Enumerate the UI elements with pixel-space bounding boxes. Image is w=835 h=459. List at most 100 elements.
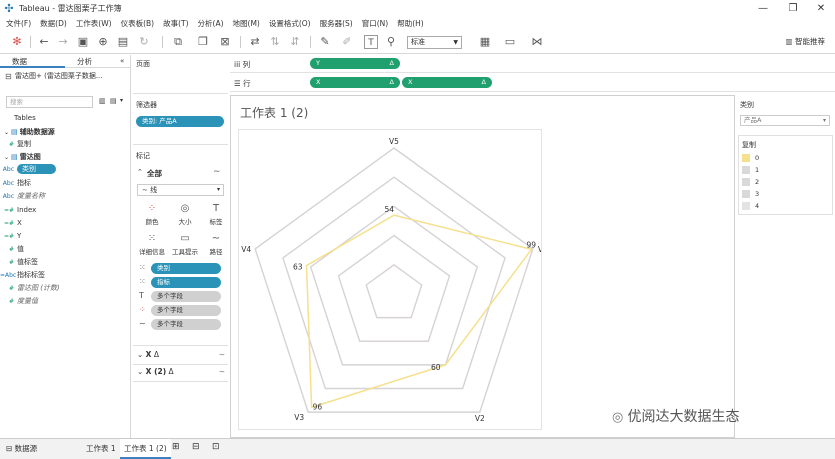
- show-me-button[interactable]: ▥ 智能推荐: [786, 36, 825, 47]
- collapse-icon[interactable]: ⌃: [137, 168, 143, 176]
- menu-map[interactable]: 地图(M): [233, 18, 260, 29]
- tab-sheet1[interactable]: 工作表 1: [86, 443, 116, 454]
- field-item[interactable]: =# Index: [0, 205, 36, 216]
- search-input[interactable]: 搜索: [6, 96, 93, 108]
- marks-card-x[interactable]: ⌄ X Δ ∼: [137, 350, 225, 362]
- pause-updates-icon[interactable]: ▤: [116, 35, 130, 49]
- menu-dashboard[interactable]: 仪表板(B): [121, 18, 155, 29]
- menu-file[interactable]: 文件(F): [6, 18, 31, 29]
- legend-item[interactable]: 3: [742, 190, 759, 198]
- tableau-home-icon[interactable]: ✻: [10, 35, 24, 49]
- field-item[interactable]: Abc 指标: [0, 178, 31, 189]
- new-datasource-icon[interactable]: ⊕: [96, 35, 110, 49]
- columns-shelf[interactable]: iii 列 YΔ: [230, 55, 835, 73]
- rows-pill-x2[interactable]: XΔ: [402, 77, 492, 88]
- menu-server[interactable]: 服务器(S): [320, 18, 353, 29]
- field-label: 指标标签: [17, 271, 45, 279]
- maximize-button[interactable]: ❐: [778, 0, 808, 17]
- menu-analysis[interactable]: 分析(A): [198, 18, 224, 29]
- new-worksheet-icon[interactable]: ⊞: [172, 442, 180, 452]
- color-button[interactable]: ⁘ 颜色: [139, 202, 165, 230]
- field-item[interactable]: Abc 度量名称: [0, 191, 45, 202]
- menu-data[interactable]: 数据(D): [40, 18, 67, 29]
- duplicate-sheet-icon[interactable]: ❐: [196, 35, 210, 49]
- close-button[interactable]: ✕: [806, 0, 835, 17]
- save-icon[interactable]: ▣: [76, 35, 90, 49]
- clear-sheet-icon[interactable]: ⊠: [218, 35, 232, 49]
- radar-chart-plot[interactable]: V1 V2 V3 V4 V5 99 60 96 63 54: [238, 129, 548, 430]
- tab-datasource[interactable]: ⊟ 数据源: [6, 443, 37, 454]
- category-filter-dropdown[interactable]: 产品A ▾: [740, 115, 830, 126]
- pane-menu-icon[interactable]: ▾: [120, 97, 123, 104]
- field-item[interactable]: =# X: [0, 218, 22, 229]
- show-cards-icon[interactable]: ▦: [477, 35, 493, 49]
- legend-item[interactable]: 0: [742, 154, 759, 162]
- field-item[interactable]: Abc 类别: [0, 164, 56, 175]
- field-item[interactable]: =# Y: [0, 231, 21, 242]
- marks-pill-multiple-fields[interactable]: 多个字段: [151, 291, 221, 302]
- path-button[interactable]: ∼ 路径: [203, 232, 229, 260]
- marks-pill-indicator[interactable]: 指标: [151, 277, 221, 288]
- menu-help[interactable]: 帮助(H): [397, 18, 424, 29]
- refresh-icon[interactable]: ↻: [137, 35, 151, 49]
- label-button[interactable]: T 标签: [203, 202, 229, 230]
- delta-icon: Δ: [168, 367, 174, 376]
- field-item[interactable]: # 雷达图 (计数): [0, 283, 60, 294]
- radar-series-line[interactable]: [305, 214, 533, 409]
- filter-pill[interactable]: 类别: 产品A: [136, 116, 224, 127]
- field-item[interactable]: # 度量值: [0, 296, 38, 307]
- field-item[interactable]: # 值: [0, 244, 24, 255]
- new-dashboard-icon[interactable]: ⊟: [192, 442, 200, 452]
- legend-item[interactable]: 2: [742, 178, 759, 186]
- tables-label: Tables: [14, 114, 36, 122]
- share-icon[interactable]: ⋈: [530, 35, 544, 49]
- new-sheet-icon[interactable]: ⧉: [170, 35, 186, 49]
- datasource-item[interactable]: 雷达图+ (雷达图栗子数据...: [0, 68, 130, 84]
- fix-axes-icon[interactable]: ⚲: [384, 35, 398, 49]
- filter-icon[interactable]: ▥: [99, 97, 106, 105]
- menu-worksheet[interactable]: 工作表(W): [76, 18, 112, 29]
- sort-ascending-icon[interactable]: ⇅: [268, 35, 282, 49]
- menu-story[interactable]: 故事(T): [163, 18, 188, 29]
- new-story-icon[interactable]: ⊡: [212, 442, 220, 452]
- mark-type-dropdown[interactable]: ∼ 线 ▾: [137, 184, 224, 196]
- undo-icon[interactable]: ←: [37, 35, 51, 49]
- legend-item[interactable]: 1: [742, 166, 759, 174]
- table-item-radar[interactable]: ⌄ ▤ 雷达图: [4, 152, 41, 163]
- fit-dropdown[interactable]: 标准 ▼: [407, 36, 462, 49]
- marks-pill-multiple-fields[interactable]: 多个字段: [151, 305, 221, 316]
- presentation-mode-icon[interactable]: ▭: [503, 35, 517, 49]
- divider: [133, 364, 228, 365]
- marks-card-x2[interactable]: ⌄ X (2) Δ ∼: [137, 367, 225, 379]
- tab-data[interactable]: 数据: [0, 55, 65, 68]
- tab-sheet1-copy[interactable]: 工作表 1 (2): [120, 439, 171, 459]
- legend-item[interactable]: 4: [742, 202, 759, 210]
- chevron-down-icon: ▾: [822, 117, 826, 124]
- group-icon[interactable]: ✐: [340, 35, 354, 49]
- field-item-copy[interactable]: # 复制: [0, 139, 31, 150]
- view-mode-icon[interactable]: ▤: [110, 97, 117, 105]
- highlight-icon[interactable]: ✎: [318, 35, 332, 49]
- marks-pill-multiple-fields[interactable]: 多个字段: [151, 319, 221, 330]
- data-pane: 数据 分析 « 雷达图+ (雷达图栗子数据... ⊟ 搜索 ▥ ▤ ▾ Tabl…: [0, 55, 131, 438]
- rows-shelf[interactable]: ☰ 行 XΔ XΔ: [230, 74, 835, 92]
- menu-format[interactable]: 设置格式(O): [269, 18, 311, 29]
- swap-rows-columns-icon[interactable]: ⇄: [248, 35, 262, 49]
- table-item-aux[interactable]: ⌄ ▤ 辅助数据源: [4, 127, 55, 138]
- rows-pill-x[interactable]: XΔ: [310, 77, 400, 88]
- menu-window[interactable]: 窗口(N): [362, 18, 388, 29]
- size-button[interactable]: ◎ 大小: [172, 202, 198, 230]
- detail-button[interactable]: ⁙ 详细信息: [139, 232, 165, 260]
- sort-descending-icon[interactable]: ⇵: [288, 35, 302, 49]
- field-item[interactable]: =Abc指标标签: [0, 270, 45, 281]
- collapse-pane-icon[interactable]: «: [120, 57, 124, 65]
- marks-pill-category[interactable]: 类别: [151, 263, 221, 274]
- columns-pill-y[interactable]: YΔ: [310, 58, 400, 69]
- tooltip-button[interactable]: ▭ 工具提示: [172, 232, 198, 260]
- table-icon: ▤: [10, 153, 20, 161]
- redo-icon[interactable]: →: [56, 35, 70, 49]
- minimize-button[interactable]: —: [748, 0, 778, 17]
- field-item[interactable]: # 值标签: [0, 257, 38, 268]
- fit-dropdown-value: 标准: [411, 38, 425, 46]
- show-labels-icon[interactable]: T: [364, 35, 378, 49]
